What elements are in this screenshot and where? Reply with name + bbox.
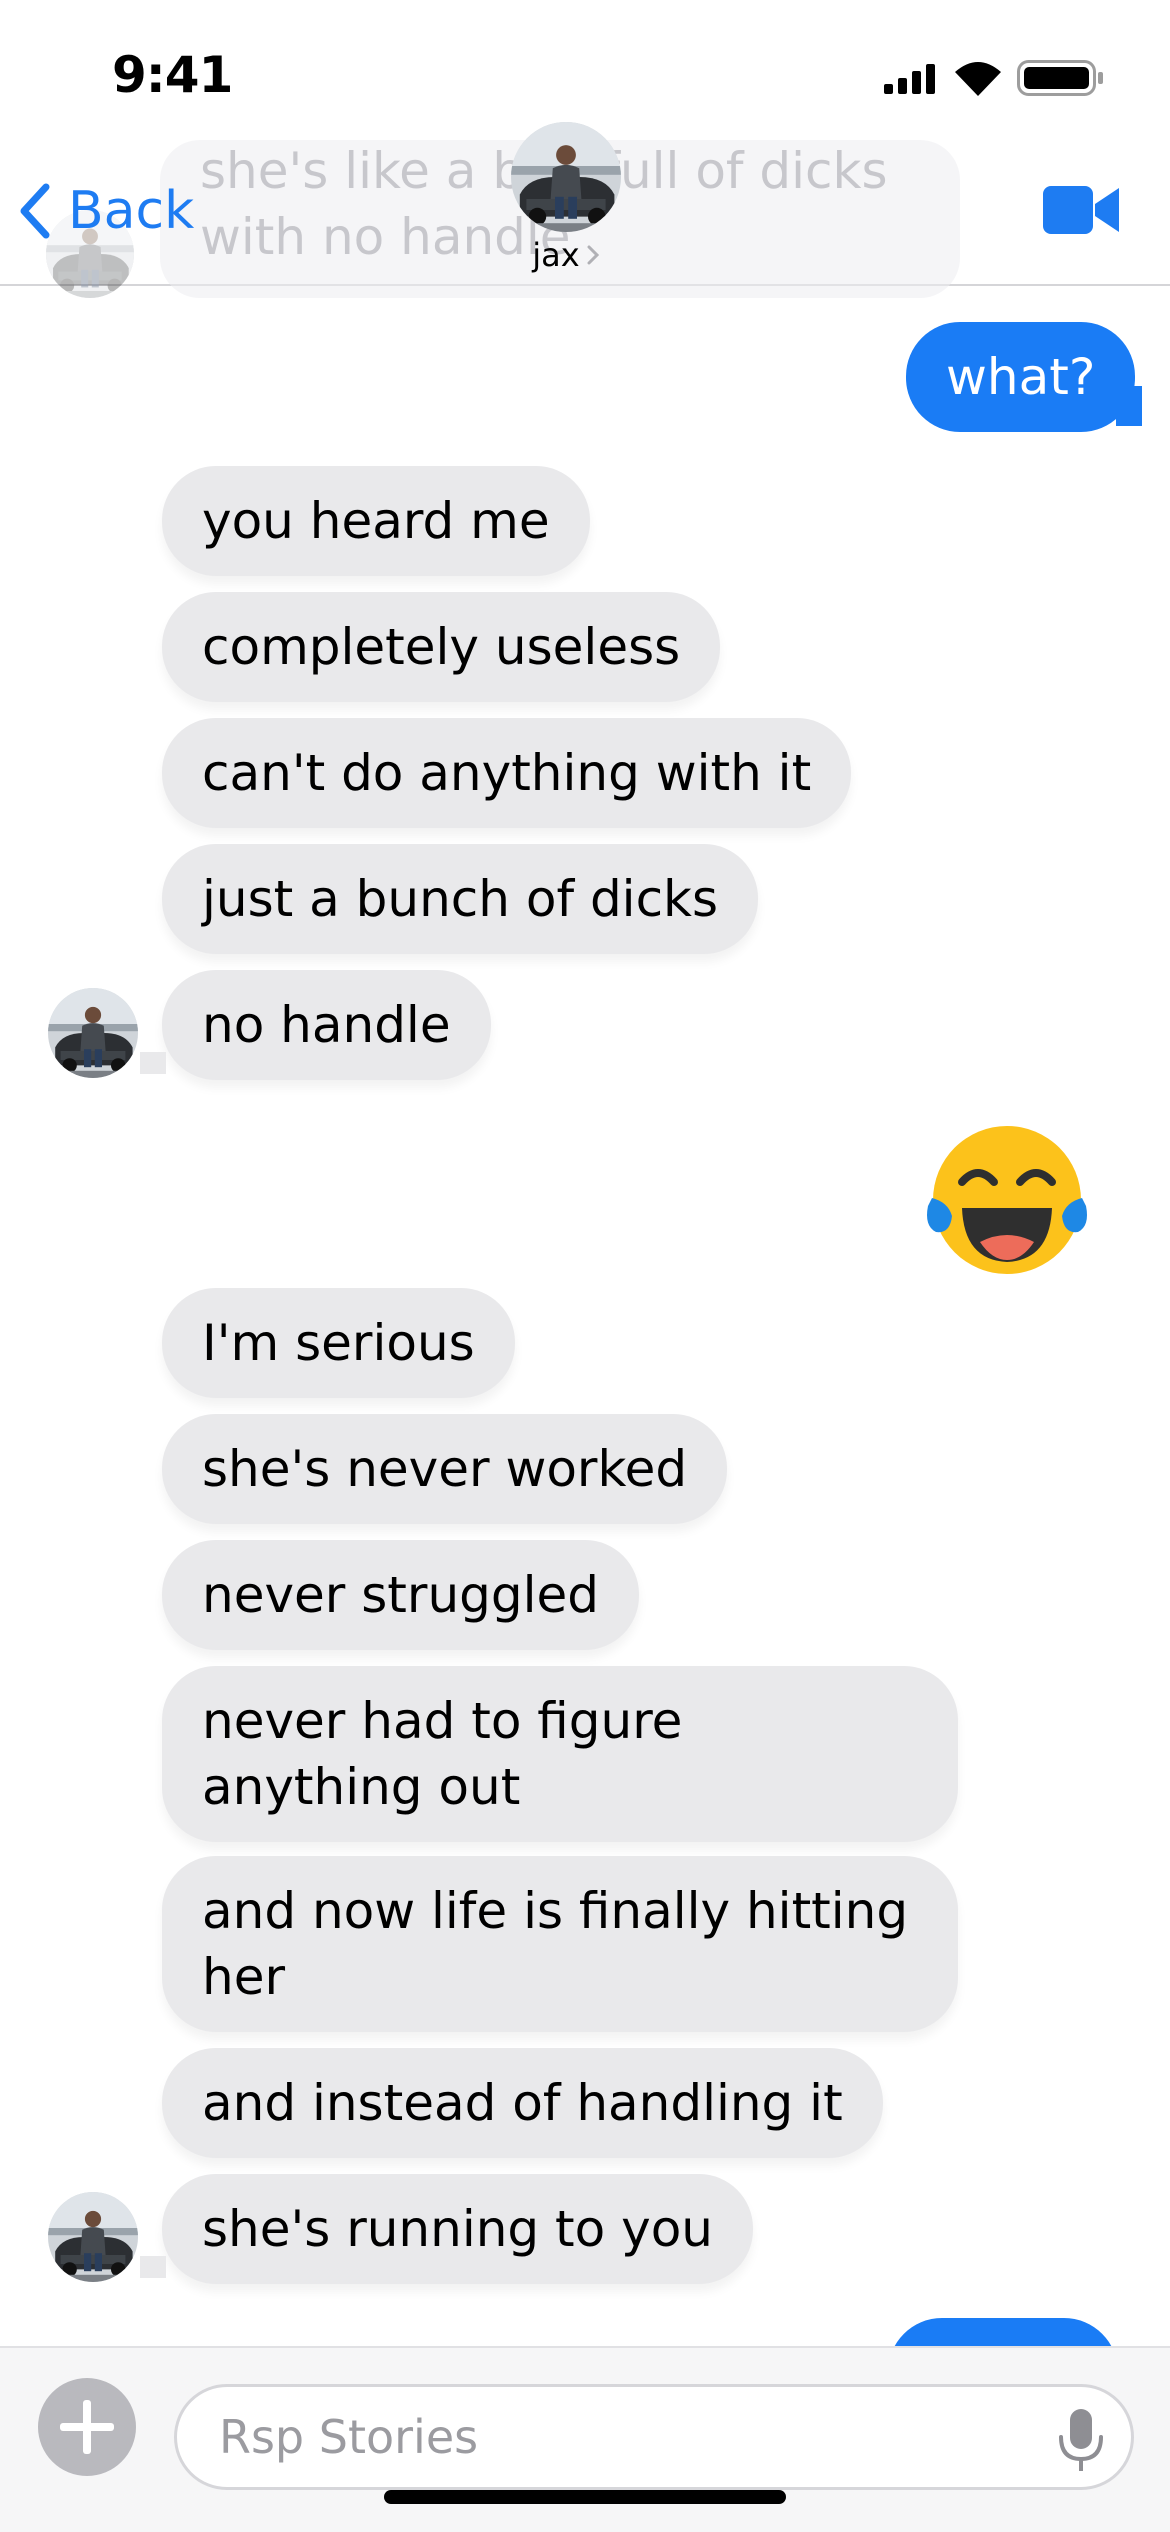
face-with-tears-of-joy-icon[interactable] bbox=[922, 1120, 1092, 1280]
compose-bar bbox=[0, 2346, 1170, 2532]
message-bubble-incoming[interactable]: and instead of handling it bbox=[162, 2048, 883, 2158]
back-label: Back bbox=[68, 181, 195, 241]
message-bubble-incoming[interactable]: I'm serious bbox=[162, 1288, 515, 1398]
bubble-tail bbox=[140, 2256, 166, 2278]
video-camera-icon[interactable] bbox=[1043, 182, 1119, 238]
plus-circle-icon[interactable] bbox=[38, 2378, 136, 2476]
home-indicator bbox=[384, 2490, 786, 2504]
message-bubble-incoming[interactable]: you heard me bbox=[162, 466, 590, 576]
back-button[interactable]: Back bbox=[14, 176, 194, 246]
message-bubble-incoming[interactable]: completely useless bbox=[162, 592, 721, 702]
message-bubble-incoming[interactable]: never struggled bbox=[162, 1540, 640, 1650]
message-bubble-incoming[interactable]: and now life is finally hitting her bbox=[162, 1856, 958, 2032]
messages-screen: 9:41 she's like a bag full of dicks with… bbox=[0, 0, 1170, 2532]
message-bubble-outgoing[interactable]: what? bbox=[906, 322, 1136, 432]
message-bubble-incoming[interactable]: she's never worked bbox=[162, 1414, 728, 1524]
message-input-field[interactable] bbox=[174, 2384, 1134, 2490]
message-bubble-incoming[interactable]: never had to figure anything out bbox=[162, 1666, 958, 1842]
message-bubble-incoming[interactable]: can't do anything with it bbox=[162, 718, 852, 828]
microphone-icon[interactable] bbox=[1055, 2407, 1107, 2475]
contact-name: jax bbox=[532, 236, 580, 274]
status-time: 9:41 bbox=[112, 46, 233, 104]
avatar[interactable] bbox=[48, 2192, 138, 2282]
message-input[interactable] bbox=[219, 2405, 1019, 2469]
chevron-right-icon bbox=[587, 245, 599, 265]
message-bubble-incoming[interactable]: just a bunch of dicks bbox=[162, 844, 759, 954]
status-bar: 9:41 bbox=[0, 0, 1170, 150]
avatar[interactable] bbox=[48, 988, 138, 1078]
battery-icon bbox=[1017, 60, 1103, 96]
cellular-signal-icon bbox=[884, 64, 935, 94]
bubble-tail bbox=[1116, 386, 1142, 426]
chevron-left-icon bbox=[20, 183, 50, 239]
message-list[interactable]: what? you heard me completely useless ca… bbox=[0, 286, 1170, 2428]
message-bubble-incoming[interactable]: no handle bbox=[162, 970, 491, 1080]
message-bubble-incoming[interactable]: she's running to you bbox=[162, 2174, 753, 2284]
wifi-icon bbox=[955, 62, 1001, 96]
bubble-tail bbox=[140, 1052, 166, 1074]
